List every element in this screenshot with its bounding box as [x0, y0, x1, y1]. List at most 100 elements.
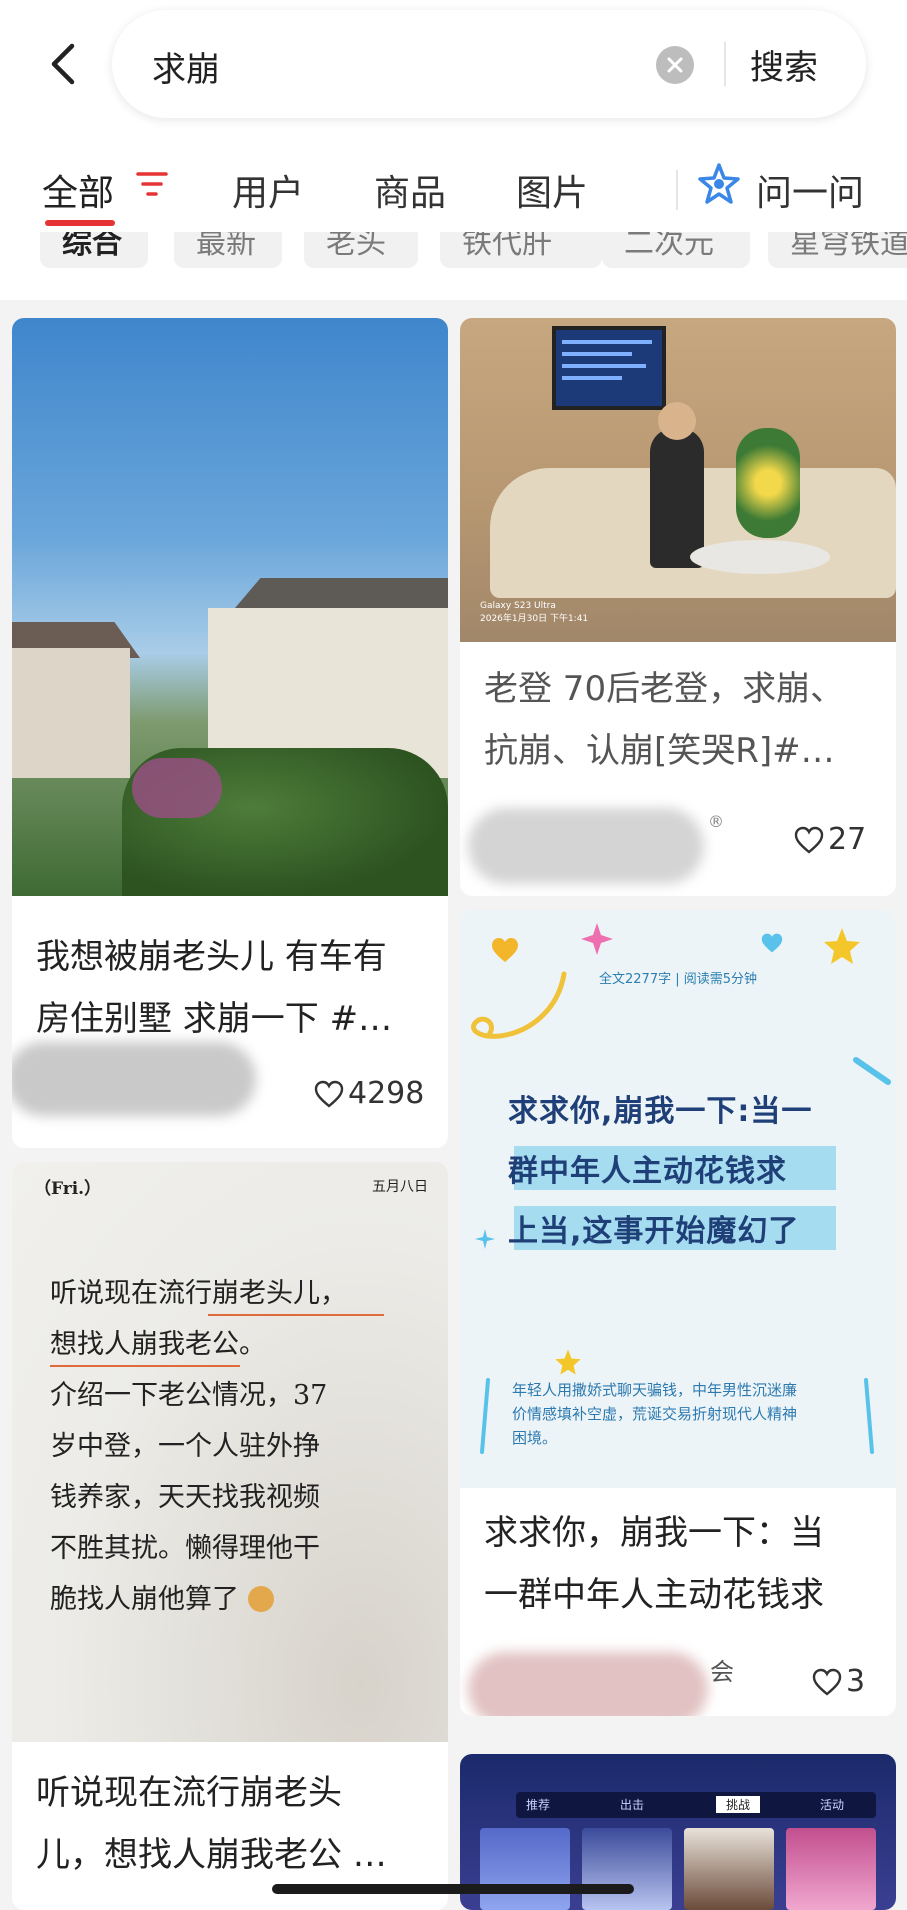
tv-screen — [552, 326, 666, 410]
chip-old-man[interactable]: 老头 — [304, 232, 418, 268]
search-query[interactable]: 求崩 — [152, 42, 220, 91]
tv-content — [562, 352, 632, 356]
search-input[interactable]: 求崩 搜索 — [112, 10, 866, 118]
chip-comprehensive[interactable]: 综合 — [40, 232, 148, 268]
camera-date: 2026年1月30日 下午1:41 — [480, 614, 589, 624]
villa-photo[interactable] — [12, 318, 448, 896]
note-title-line: 儿，想找人崩我老公 … — [36, 1835, 387, 1875]
camera-watermark: Galaxy S23 Ultra 2026年1月30日 下午1:41 — [480, 600, 588, 626]
note-text-line: 介绍一下老公情况，37 — [50, 1380, 328, 1411]
note-text-line: 钱养家，天天找我视频 — [50, 1482, 320, 1513]
note-text-line: 岁中登，一个人驻外挣 — [50, 1431, 320, 1462]
blurred-author[interactable] — [12, 1042, 256, 1116]
article-summary: 困境。 — [512, 1429, 558, 1447]
tv-content — [562, 376, 622, 380]
ask-icon[interactable] — [697, 162, 741, 206]
tab-users[interactable]: 用户 — [232, 164, 304, 216]
registered-mark: ® — [708, 812, 724, 831]
top-bar: 求崩 搜索 — [0, 0, 907, 140]
lobby-photo[interactable]: Galaxy S23 Ultra 2026年1月30日 下午1:41 — [460, 318, 896, 642]
note-date: 五月八日 — [372, 1179, 428, 1195]
note-card[interactable]: Galaxy S23 Ultra 2026年1月30日 下午1:41 老登 70… — [460, 318, 896, 896]
game-character — [582, 1828, 672, 1910]
like-count: 4298 — [348, 1076, 425, 1111]
game-tab: 推荐 — [526, 1798, 551, 1812]
note-title-line: 听说现在流行崩老头 — [36, 1773, 342, 1813]
game-character — [480, 1828, 570, 1910]
game-tab: 出击 — [620, 1798, 645, 1812]
game-tab: 活动 — [820, 1798, 845, 1812]
note-text: 脆找人崩他算了 — [50, 1584, 239, 1615]
tv-content — [562, 340, 652, 344]
note-title-line: 一群中年人主动花钱求 — [484, 1575, 824, 1615]
tab-divider — [676, 170, 678, 210]
game-tab: 挑战 — [716, 1796, 761, 1813]
note-text-line-last: 脆找人崩他算了 — [50, 1574, 274, 1625]
note-text-line: 听说现在流行崩老头儿， — [50, 1278, 347, 1309]
heart-deco-icon — [761, 933, 783, 953]
search-button[interactable]: 搜索 — [750, 40, 818, 89]
tab-all[interactable]: 全部 — [42, 164, 114, 216]
filter-chips: 综合 最新 老头 铁代肝 二次元 星穹铁道 — [0, 232, 907, 300]
chip-tie-dai-gan[interactable]: 铁代肝 — [440, 232, 602, 268]
game-character — [786, 1828, 876, 1910]
note-card[interactable]: 我想被崩老头儿 有车有 房住别墅 求崩一下 #… 4298 — [12, 318, 448, 1148]
active-tab-indicator — [45, 220, 115, 226]
tv-content — [562, 364, 646, 368]
like-count: 27 — [828, 822, 867, 857]
article-summary: 年轻人用撒娇式聊天骗钱，中年男性沉迷廉 — [512, 1381, 798, 1399]
article-meta: 全文2277字 | 阅读需5分钟 — [599, 972, 757, 987]
note-title-line: 老登 70后老登，求崩、 — [484, 669, 845, 709]
note-text-line: 想找人崩我老公。 — [50, 1329, 266, 1360]
seated-man — [650, 428, 704, 568]
star-deco-icon — [581, 923, 613, 955]
home-indicator[interactable] — [272, 1884, 634, 1894]
text-note-cover[interactable]: （Fri.） 五月八日 听说现在流行崩老头儿， 想找人崩我老公。 介绍一下老公情… — [12, 1162, 448, 1742]
note-title-line: 抗崩、认崩[笑哭R]#… — [484, 731, 835, 771]
man-head — [658, 402, 696, 440]
note-card[interactable]: 全文2277字 | 阅读需5分钟 求求你,崩我一下:当一 群中年人主动花钱求 上… — [460, 910, 896, 1716]
note-title[interactable]: 听说现在流行崩老头 儿，想找人崩我老公 … — [36, 1762, 387, 1886]
chip-latest[interactable]: 最新 — [174, 232, 282, 268]
emoji-icon — [247, 1586, 274, 1612]
chip-anime[interactable]: 二次元 — [602, 232, 750, 268]
like-button[interactable]: 4298 — [314, 1076, 424, 1111]
note-title[interactable]: 求求你，崩我一下：当 一群中年人主动花钱求 — [484, 1502, 824, 1626]
chip-star-rail[interactable]: 星穹铁道 — [768, 232, 907, 268]
note-title[interactable]: 我想被崩老头儿 有车有 房住别墅 求崩一下 #… — [36, 926, 392, 1050]
sparkle-deco-icon — [475, 1229, 495, 1249]
article-cover[interactable]: 全文2277字 | 阅读需5分钟 求求你,崩我一下:当一 群中年人主动花钱求 上… — [460, 910, 896, 1488]
note-card[interactable]: （Fri.） 五月八日 听说现在流行崩老头儿， 想找人崩我老公。 介绍一下老公情… — [12, 1162, 448, 1910]
game-character — [684, 1828, 774, 1910]
flower-plant — [736, 428, 800, 538]
note-title-line: 求求你，崩我一下：当 — [484, 1513, 824, 1553]
blurred-author[interactable] — [468, 1652, 708, 1716]
note-title[interactable]: 老登 70后老登，求崩、 抗崩、认崩[笑哭R]#… — [484, 658, 844, 782]
tab-ask[interactable]: 问一问 — [756, 164, 864, 216]
article-headline: 求求你,崩我一下:当一 — [508, 1094, 813, 1129]
bracket-deco-icon — [480, 1378, 490, 1454]
tab-goods[interactable]: 商品 — [374, 164, 446, 216]
article-summary: 价情感填补空虚，荒诞交易折射现代人精神 — [512, 1405, 798, 1423]
blurred-author[interactable] — [468, 808, 704, 884]
note-title-line: 房住别墅 求崩一下 #… — [36, 999, 393, 1039]
star-deco-icon — [824, 928, 860, 964]
like-button[interactable]: 3 — [812, 1664, 865, 1699]
tab-images[interactable]: 图片 — [516, 164, 588, 216]
clear-icon[interactable] — [656, 46, 694, 84]
villa-left — [12, 648, 130, 778]
note-text-line: 不胜其扰。懒得理他干 — [50, 1533, 320, 1564]
heart-icon — [314, 1080, 344, 1108]
game-tab-bar: 推荐 出击 挑战 活动 — [516, 1792, 876, 1818]
search-divider — [724, 42, 726, 86]
back-arrow-icon[interactable] — [44, 42, 84, 86]
bracket-deco-icon — [864, 1378, 874, 1454]
dash-deco-icon — [853, 1057, 891, 1085]
result-tabs: 全部 用户 商品 图片 问一问 — [0, 140, 907, 232]
author-suffix: 会 — [710, 1658, 734, 1686]
like-button[interactable]: 27 — [794, 822, 866, 857]
filter-icon[interactable] — [136, 170, 168, 198]
like-count: 3 — [846, 1664, 866, 1699]
star-deco-icon — [555, 1349, 581, 1375]
note-day: （Fri.） — [34, 1179, 102, 1199]
